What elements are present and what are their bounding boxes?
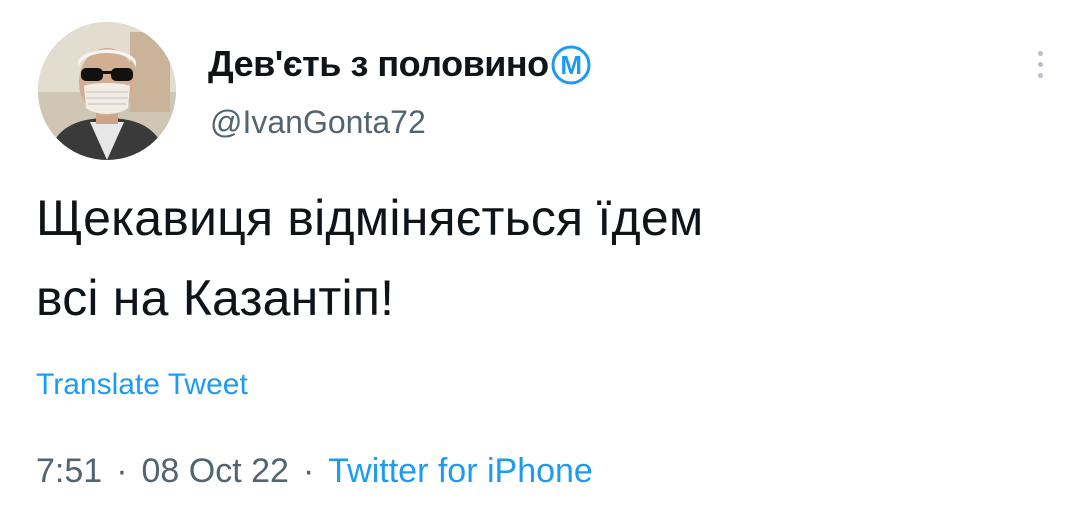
tweet-text-line-1: Щекавиця відміняється їдем	[36, 190, 704, 246]
more-dot	[1037, 61, 1043, 67]
avatar-image	[38, 22, 176, 160]
tweet-card: Дев'єть з половино M @IvanGonta72 Щекави…	[0, 0, 1080, 531]
more-dot	[1037, 50, 1043, 56]
more-vertical-icon[interactable]	[1026, 40, 1054, 88]
tweet-time[interactable]: 7:51	[36, 452, 102, 491]
avatar[interactable]	[38, 22, 176, 160]
display-name-text: Дев'єть з половино	[208, 43, 549, 84]
m-circle-badge-icon: M	[549, 43, 593, 87]
meta-separator: ·	[302, 452, 315, 490]
tweet-text-line-2: всі на Казантіп!	[36, 270, 395, 326]
meta-separator: ·	[116, 452, 128, 490]
translate-tweet-link[interactable]: Translate Tweet	[36, 368, 248, 402]
display-name[interactable]: Дев'єть з половино M	[208, 42, 593, 86]
tweet-text: Щекавиця відміняється їдем всі на Казант…	[36, 178, 1046, 338]
tweet-source-link[interactable]: Twitter for iPhone	[328, 452, 593, 491]
more-dot	[1037, 72, 1043, 78]
tweet-date[interactable]: 08 Oct 22	[142, 452, 289, 491]
badge-letter: M	[560, 50, 581, 80]
tweet-meta: 7:51 · 08 Oct 22 · Twitter for iPhone	[36, 452, 593, 491]
user-handle[interactable]: @IvanGonta72	[210, 104, 426, 141]
